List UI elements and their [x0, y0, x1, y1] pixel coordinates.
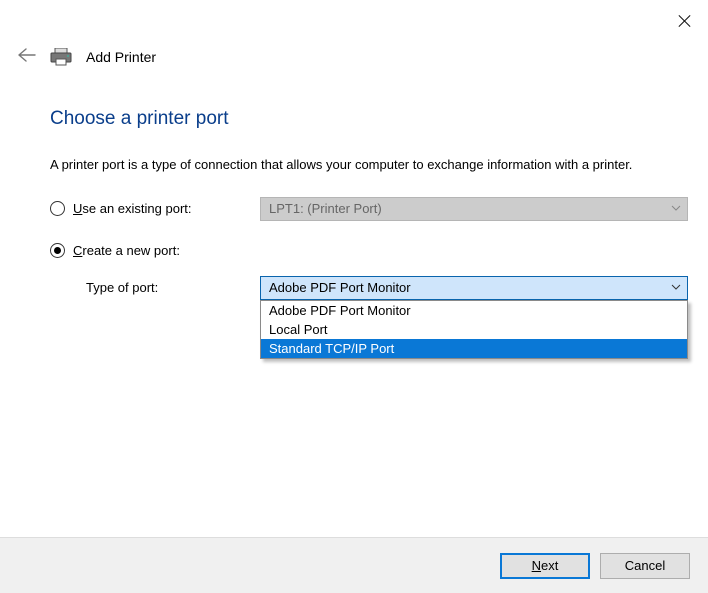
type-of-port-label: Type of port: — [50, 280, 260, 295]
wizard-header: Add Printer — [18, 48, 690, 66]
type-of-port-combo[interactable]: Adobe PDF Port Monitor Adobe PDF Port Mo… — [260, 276, 688, 300]
page-description: A printer port is a type of connection t… — [50, 156, 688, 175]
existing-port-value: LPT1: (Printer Port) — [269, 201, 382, 216]
wizard-footer: Next Cancel — [0, 538, 708, 593]
dropdown-option[interactable]: Standard TCP/IP Port — [261, 339, 687, 358]
page-heading: Choose a printer port — [50, 108, 688, 130]
chevron-down-icon[interactable] — [671, 284, 681, 290]
back-arrow-icon[interactable] — [18, 48, 36, 66]
content-area: Choose a printer port A printer port is … — [50, 108, 688, 322]
next-button[interactable]: Next — [500, 553, 590, 579]
type-of-port-combobox[interactable]: Adobe PDF Port Monitor — [260, 276, 688, 300]
wizard-title: Add Printer — [86, 49, 156, 65]
radio-create-port[interactable] — [50, 243, 65, 258]
radio-existing-port[interactable] — [50, 201, 65, 216]
dropdown-option[interactable]: Local Port — [261, 320, 687, 339]
option-existing-port-row: Use an existing port: LPT1: (Printer Por… — [50, 197, 688, 221]
printer-icon — [50, 48, 72, 66]
cancel-button[interactable]: Cancel — [600, 553, 690, 579]
radio-existing-port-label: Use an existing port: — [73, 201, 192, 216]
type-of-port-row: Type of port: Adobe PDF Port Monitor Ado… — [50, 276, 688, 300]
type-of-port-dropdown[interactable]: Adobe PDF Port MonitorLocal PortStandard… — [260, 300, 688, 359]
dropdown-option[interactable]: Adobe PDF Port Monitor — [261, 301, 687, 320]
existing-port-select: LPT1: (Printer Port) — [260, 197, 688, 221]
radio-create-port-label: Create a new port: — [73, 243, 180, 258]
chevron-down-icon — [671, 205, 681, 211]
option-create-port-row: Create a new port: — [50, 243, 688, 258]
type-of-port-value: Adobe PDF Port Monitor — [269, 280, 411, 295]
close-button[interactable] — [677, 13, 693, 29]
